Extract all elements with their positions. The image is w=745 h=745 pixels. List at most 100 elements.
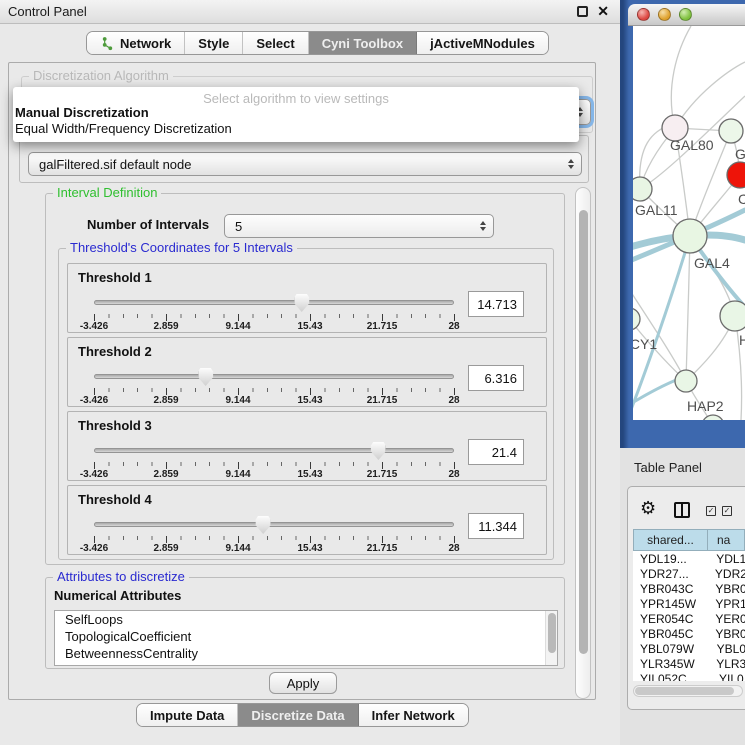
- tick-label: 2.859: [153, 543, 178, 554]
- tab-impute-data[interactable]: Impute Data: [137, 704, 238, 726]
- table-row[interactable]: YLR345WYLR3: [633, 656, 745, 671]
- checkbox-icon[interactable]: ✓: [706, 506, 716, 516]
- stepper-arrows-icon[interactable]: [568, 159, 574, 169]
- tab-jactivemnodules[interactable]: jActiveMNodules: [417, 32, 548, 54]
- number-of-intervals-combobox[interactable]: 5: [224, 214, 494, 238]
- network-window-titlebar: [628, 4, 745, 26]
- table-row[interactable]: YDL19...YDL1: [633, 551, 745, 566]
- slider-thumb[interactable]: [371, 442, 386, 460]
- tick-label: 21.715: [367, 543, 398, 554]
- attribute-item-selfloops[interactable]: SelfLoops: [55, 611, 557, 628]
- tab-cyni-toolbox[interactable]: Cyni Toolbox: [309, 32, 417, 54]
- slider-thumb[interactable]: [256, 516, 271, 534]
- slider-tick-labels: -3.4262.8599.14415.4321.71528: [94, 469, 454, 481]
- tab-label: Impute Data: [150, 708, 224, 723]
- panel-vertical-scrollbar[interactable]: [575, 187, 591, 699]
- attributes-scrollbar[interactable]: [545, 611, 557, 665]
- scrollbar-thumb[interactable]: [579, 210, 588, 654]
- table-data-combobox[interactable]: galFiltered.sif default node: [28, 152, 582, 176]
- mac-zoom-button[interactable]: [679, 8, 692, 21]
- attribute-item-topologicalcoefficient[interactable]: TopologicalCoefficient: [55, 628, 557, 645]
- column-header-name[interactable]: na: [708, 529, 745, 551]
- tab-infer-network[interactable]: Infer Network: [359, 704, 468, 726]
- tick-mark: [382, 314, 383, 321]
- table-row[interactable]: YBR045CYBR0: [633, 626, 745, 641]
- slider-tick-strip: [94, 388, 454, 395]
- node-label-gcy1: GCY1: [633, 336, 657, 352]
- slider-track[interactable]: [94, 448, 454, 453]
- checkbox-icon[interactable]: ✓: [722, 506, 732, 516]
- apply-button[interactable]: Apply: [269, 672, 337, 694]
- tick-label: 28: [448, 469, 459, 480]
- tick-mark: [166, 388, 167, 395]
- tick-mark: [454, 536, 455, 543]
- tab-discretize-data[interactable]: Discretize Data: [238, 704, 358, 726]
- cell-shared-name: YER054C: [633, 612, 704, 626]
- tick-mark: [310, 536, 311, 543]
- algorithm-placeholder: Select algorithm to view settings: [13, 87, 579, 106]
- column-header-shared[interactable]: shared...: [633, 529, 708, 551]
- scrollbar-thumb[interactable]: [635, 687, 734, 695]
- cell-shared-name: YPR145W: [633, 597, 704, 611]
- table-row[interactable]: YBL079WYBL0: [633, 641, 745, 656]
- threshold-label: Threshold 4: [78, 492, 152, 507]
- attribute-items: SelfLoopsTopologicalCoefficientBetweenne…: [55, 611, 557, 662]
- slider-thumb[interactable]: [294, 294, 309, 312]
- threshold-slider[interactable]: -3.4262.8599.14415.4321.71528: [94, 368, 454, 404]
- network-canvas[interactable]: GAL80GACGAL11GAL4HGCY1HAP2: [633, 26, 745, 420]
- table-horizontal-scrollbar[interactable]: [633, 685, 743, 697]
- table-data-group: Table Data galFiltered.sif default node: [19, 135, 589, 183]
- network-node-red-node: [727, 162, 745, 188]
- scrollbar-thumb[interactable]: [548, 613, 556, 653]
- tick-mark: [166, 462, 167, 469]
- numerical-attributes-list[interactable]: SelfLoopsTopologicalCoefficientBetweenne…: [54, 610, 558, 666]
- table-row[interactable]: YBR043CYBR0: [633, 581, 745, 596]
- tab-style[interactable]: Style: [185, 32, 243, 54]
- mac-close-button[interactable]: [637, 8, 650, 21]
- slider-track[interactable]: [94, 300, 454, 305]
- tab-select[interactable]: Select: [243, 32, 308, 54]
- slider-track[interactable]: [94, 374, 454, 379]
- threshold-slider[interactable]: -3.4262.8599.14415.4321.71528: [94, 294, 454, 330]
- threshold-slider[interactable]: -3.4262.8599.14415.4321.71528: [94, 516, 454, 552]
- top-tab-bar: NetworkStyleSelectCyni ToolboxjActiveMNo…: [86, 31, 549, 55]
- table-row[interactable]: YDR27...YDR2: [633, 566, 745, 581]
- threshold-value-field[interactable]: 21.4: [468, 439, 524, 465]
- tick-label: 15.43: [297, 543, 322, 554]
- close-icon[interactable]: ✕: [597, 3, 609, 20]
- threshold-slider[interactable]: -3.4262.8599.14415.4321.71528: [94, 442, 454, 478]
- thresholds-group-title: Threshold's Coordinates for 5 Intervals: [66, 240, 297, 255]
- tick-mark: [166, 314, 167, 321]
- split-pane-icon[interactable]: [674, 502, 690, 518]
- table-row[interactable]: YPR145WYPR1: [633, 596, 745, 611]
- tick-mark: [94, 314, 95, 321]
- tick-label: 21.715: [367, 321, 398, 332]
- table-row[interactable]: YER054CYER0: [633, 611, 745, 626]
- threshold-value-field[interactable]: 14.713: [468, 291, 524, 317]
- tab-network[interactable]: Network: [87, 32, 185, 54]
- algorithm-option-manual[interactable]: Manual Discretization: [15, 105, 149, 120]
- discretization-algorithm-title: Discretization Algorithm: [29, 68, 173, 83]
- settings-gear-icon[interactable]: ⚙: [640, 499, 656, 517]
- mac-minimize-button[interactable]: [658, 8, 671, 21]
- algorithm-dropdown-popup: Select algorithm to view settings Manual…: [13, 87, 579, 142]
- algorithm-option-equal-width[interactable]: Equal Width/Frequency Discretization: [15, 121, 232, 136]
- table-row[interactable]: YIL052CYIL0: [633, 671, 745, 681]
- tick-label: 15.43: [297, 469, 322, 480]
- tick-mark: [94, 536, 95, 543]
- threshold-panel-3: Threshold 3-3.4262.8599.14415.4321.71528…: [67, 411, 547, 481]
- stepper-arrows-icon[interactable]: [480, 221, 486, 231]
- table-panel-title: Table Panel: [634, 460, 702, 475]
- slider-track[interactable]: [94, 522, 454, 527]
- slider-tick-strip: [94, 462, 454, 469]
- cell-name: YBR0: [704, 582, 745, 596]
- attribute-item-betweennesscentrality[interactable]: BetweennessCentrality: [55, 645, 557, 662]
- cell-shared-name: YDL19...: [633, 552, 705, 566]
- node-label-gal11: GAL11: [635, 202, 678, 218]
- float-window-icon[interactable]: [577, 6, 588, 17]
- tick-label: 9.144: [225, 321, 250, 332]
- threshold-value-field[interactable]: 6.316: [468, 365, 524, 391]
- node-label-c: C: [738, 191, 745, 207]
- slider-thumb[interactable]: [198, 368, 213, 386]
- threshold-value-field[interactable]: 11.344: [468, 513, 524, 539]
